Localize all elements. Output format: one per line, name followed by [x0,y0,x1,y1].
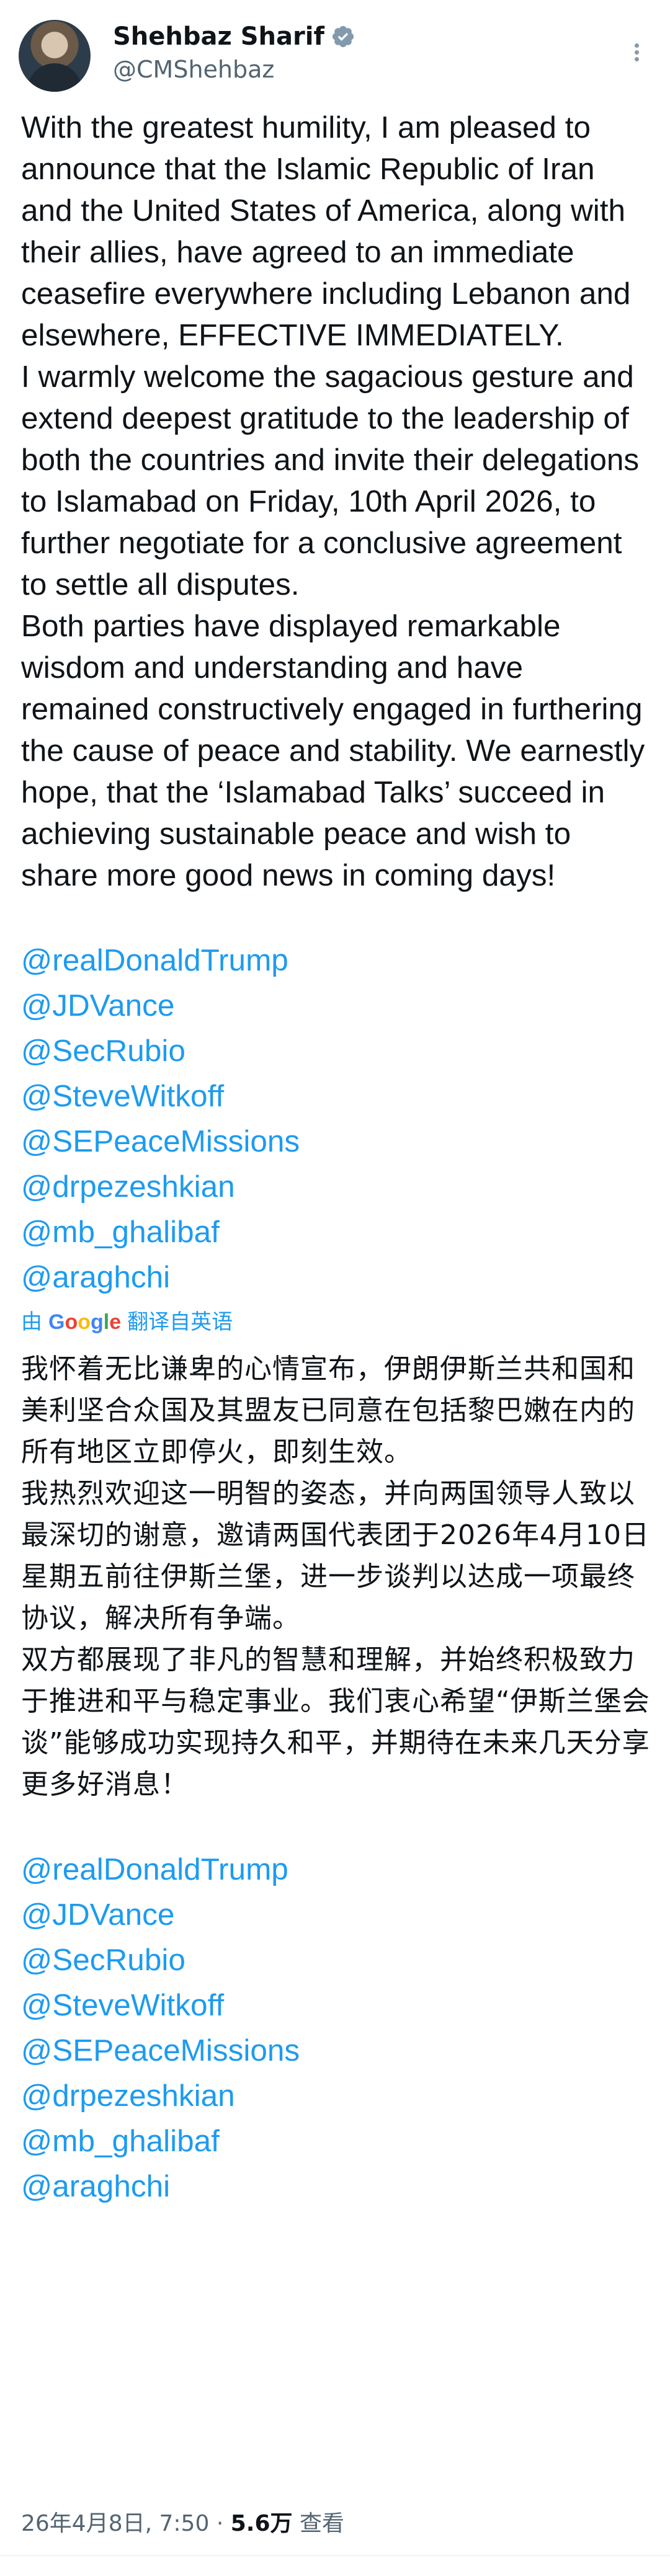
translation-attribution[interactable]: 由 Google 翻译自英语 [21,1302,651,1342]
timestamp[interactable]: 26年4月8日, 7:50 [21,2511,209,2536]
tweet: Shehbaz Sharif @CMShehbaz With the great… [0,0,670,2576]
views-count: 5.6万 [230,2511,293,2536]
avatar-figure [27,63,82,92]
tweet-paragraph: Both parties have displayed remarkable w… [21,609,645,892]
more-options-icon[interactable] [624,41,649,66]
mention-link[interactable]: @realDonaldTrump [21,938,651,983]
mention-link[interactable]: @mb_ghalibaf [21,2118,651,2164]
mention-link[interactable]: @SecRubio [21,1028,651,1073]
translated-mention-list: @realDonaldTrump @JDVance @SecRubio @Ste… [21,1847,651,2209]
meta-separator: · [216,2511,224,2536]
author-handle[interactable]: @CMShehbaz [113,56,274,83]
mention-link[interactable]: @mb_ghalibaf [21,1209,651,1255]
mention-link[interactable]: @araghchi [21,1255,651,1300]
mention-link[interactable]: @JDVance [21,1892,651,1937]
translated-paragraph: 双方都展现了非凡的智慧和理解，并始终积极致力于推进和平与稳定事业。我们衷心希望“… [21,1644,650,1800]
avatar[interactable] [19,20,91,92]
mention-link[interactable]: @realDonaldTrump [21,1847,651,1892]
translated-from-label: 翻译自英语 [127,1310,233,1335]
mention-list: @realDonaldTrump @JDVance @SecRubio @Ste… [21,938,651,1300]
mention-link[interactable]: @SteveWitkoff [21,1983,651,2028]
google-logo: Google [48,1310,122,1334]
mention-link[interactable]: @drpezeshkian [21,1164,651,1209]
tweet-paragraph: I warmly welcome the sagacious gesture a… [21,360,640,602]
verified-badge-icon [332,25,354,48]
mention-link[interactable]: @SEPeaceMissions [21,2028,651,2073]
mention-link[interactable]: @SteveWitkoff [21,1073,651,1119]
author-name-row: Shehbaz Sharif [113,22,355,51]
tweet-body: With the greatest humility, I am pleased… [21,107,651,2209]
mention-link[interactable]: @araghchi [21,2164,651,2209]
mention-link[interactable]: @SecRubio [21,1937,651,1983]
mention-link[interactable]: @SEPeaceMissions [21,1119,651,1164]
views-label: 查看 [299,2511,344,2536]
translated-paragraph: 我怀着无比谦卑的心情宣布，伊朗伊斯兰共和国和美利坚合众国及其盟友已同意在包括黎巴… [21,1353,635,1468]
tweet-paragraph: With the greatest humility, I am pleased… [21,110,631,352]
mention-link[interactable]: @drpezeshkian [21,2073,651,2118]
translated-by-label: 由 [21,1310,42,1335]
translated-paragraph: 我热烈欢迎这一明智的姿态，并向两国领导人致以最深切的谢意，邀请两国代表团于202… [21,1478,650,1634]
author-name[interactable]: Shehbaz Sharif [113,22,324,51]
divider [0,2555,670,2556]
mention-link[interactable]: @JDVance [21,983,651,1028]
tweet-meta: 26年4月8日, 7:50 · 5.6万 查看 [21,2505,344,2538]
